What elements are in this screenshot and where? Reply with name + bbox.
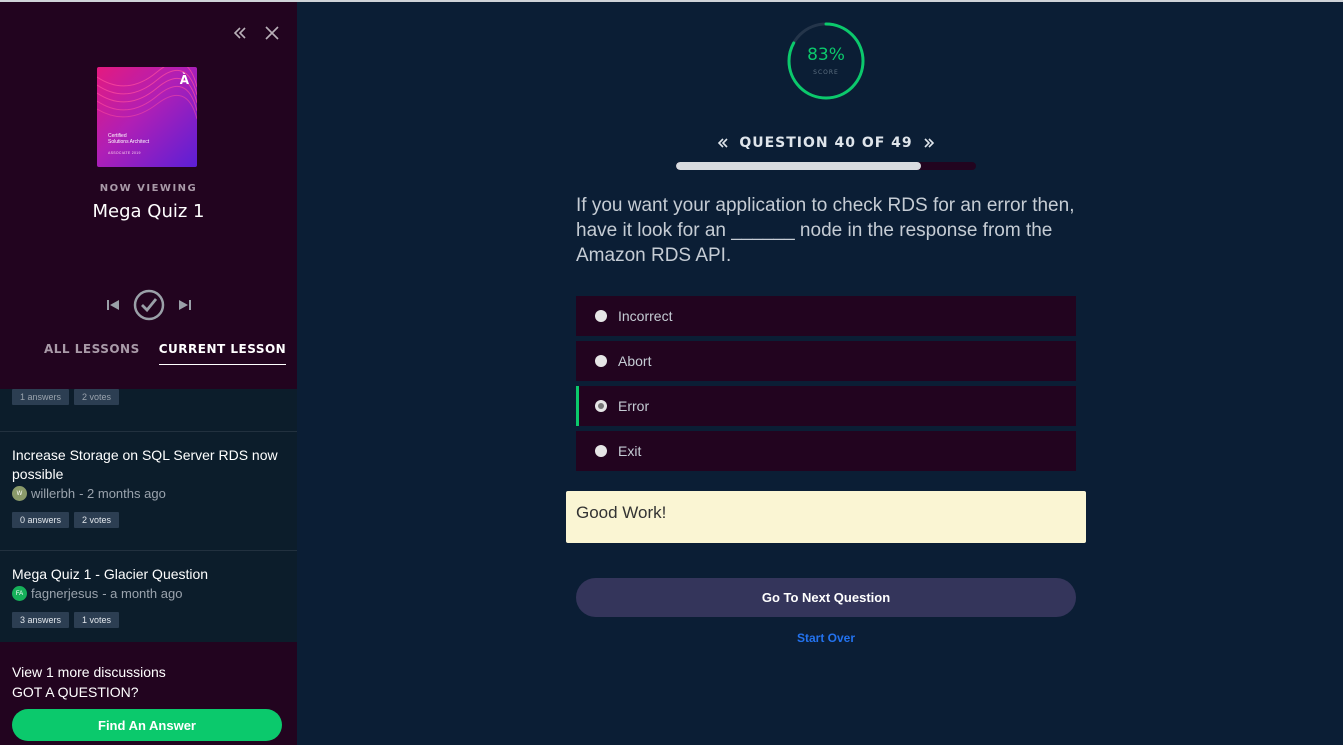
answer-option-selected[interactable]: Error	[576, 386, 1076, 426]
view-more-discussions-link[interactable]: View 1 more discussions	[12, 664, 166, 680]
discussion-badges: 0 answers 2 votes	[12, 512, 285, 528]
now-viewing-label: NOW VIEWING	[99, 183, 198, 194]
question-navigator: QUESTION 40 OF 49	[676, 135, 976, 151]
discussion-meta: W willerbh - 2 months ago	[12, 486, 285, 501]
course-card-title-line2: Solutions Architect	[108, 139, 150, 145]
start-over-link[interactable]: Start Over	[576, 631, 1076, 645]
answer-option-label: Abort	[618, 353, 652, 369]
previous-question-icon[interactable]	[716, 136, 730, 150]
feedback-box: Good Work!	[566, 491, 1086, 543]
radio-button[interactable]	[595, 400, 607, 412]
votes-badge: 1 votes	[74, 612, 120, 628]
sidebar-footer: View 1 more discussions GOT A QUESTION? …	[0, 642, 297, 745]
discussion-time: - a month ago	[102, 586, 183, 601]
mark-complete-icon[interactable]	[133, 289, 165, 321]
course-logo: À	[179, 73, 189, 87]
discussion-badges: 3 answers 1 votes	[12, 612, 285, 628]
tab-all-lessons[interactable]: ALL LESSONS	[44, 342, 140, 365]
answer-option-label: Incorrect	[618, 308, 673, 324]
avatar: W	[12, 486, 27, 501]
radio-button[interactable]	[595, 310, 607, 322]
next-lesson-icon[interactable]	[177, 297, 193, 313]
votes-badge: 2 votes	[74, 389, 120, 405]
collapse-sidebar-icon[interactable]	[231, 24, 249, 42]
answers-badge: 3 answers	[12, 612, 70, 628]
course-thumbnail: À Certified Solutions Architect ASSOCIAT…	[97, 67, 197, 167]
answer-option[interactable]: Exit	[576, 431, 1076, 471]
answer-option[interactable]: Abort	[576, 341, 1076, 381]
sidebar: À Certified Solutions Architect ASSOCIAT…	[0, 2, 297, 745]
question-text: If you want your application to check RD…	[576, 195, 1075, 266]
list-item[interactable]: Mega Quiz 1 - Glacier Question FA fagner…	[0, 551, 297, 651]
quiz-progress-fill	[676, 162, 921, 170]
votes-badge: 2 votes	[74, 512, 120, 528]
discussion-author: willerbh	[31, 486, 76, 501]
answer-option-label: Error	[618, 398, 650, 414]
score-percent: 83%	[807, 45, 845, 65]
lesson-tabs: ALL LESSONS CURRENT LESSON	[44, 342, 287, 365]
discussion-time: - 2 months ago	[79, 486, 166, 501]
course-card-subtitle: ASSOCIATE 2019	[108, 151, 141, 155]
feedback-text: Good Work!	[576, 503, 667, 522]
radio-button[interactable]	[595, 355, 607, 367]
next-question-button[interactable]: Go To Next Question	[576, 578, 1076, 617]
lesson-controls	[0, 289, 297, 321]
radio-button[interactable]	[595, 445, 607, 457]
discussion-title[interactable]: Mega Quiz 1 - Glacier Question	[12, 551, 285, 584]
got-question-label: GOT A QUESTION?	[12, 684, 139, 700]
close-icon[interactable]	[263, 24, 281, 42]
list-item[interactable]: Increase Storage on SQL Server RDS now p…	[0, 432, 297, 551]
answers-badge: 0 answers	[12, 512, 70, 528]
tab-current-lesson[interactable]: CURRENT LESSON	[158, 342, 287, 365]
course-card-title: Certified Solutions Architect	[108, 133, 149, 145]
next-question-icon[interactable]	[922, 136, 936, 150]
score-label: SCORE	[813, 69, 839, 76]
find-answer-button[interactable]: Find An Answer	[12, 709, 282, 741]
question-counter: QUESTION 40 OF 49	[739, 135, 913, 151]
discussion-title[interactable]: Increase Storage on SQL Server RDS now p…	[12, 432, 285, 484]
discussion-badges: 1 answers 2 votes	[12, 389, 285, 405]
discussion-author: fagnerjesus	[31, 586, 99, 601]
answer-options: Incorrect Abort Error Exit	[576, 296, 1076, 476]
avatar: FA	[12, 586, 27, 601]
answers-badge: 1 answers	[12, 389, 70, 405]
sidebar-top-icons	[231, 24, 281, 42]
answer-option-label: Exit	[618, 443, 642, 459]
answer-option[interactable]: Incorrect	[576, 296, 1076, 336]
quiz-progress-bar	[676, 162, 976, 170]
lesson-title: Mega Quiz 1	[92, 201, 205, 222]
previous-lesson-icon[interactable]	[105, 297, 121, 313]
discussion-list: 1 answers 2 votes Increase Storage on SQ…	[0, 376, 297, 651]
discussion-meta: FA fagnerjesus - a month ago	[12, 586, 285, 601]
list-item[interactable]: 1 answers 2 votes	[0, 389, 297, 432]
